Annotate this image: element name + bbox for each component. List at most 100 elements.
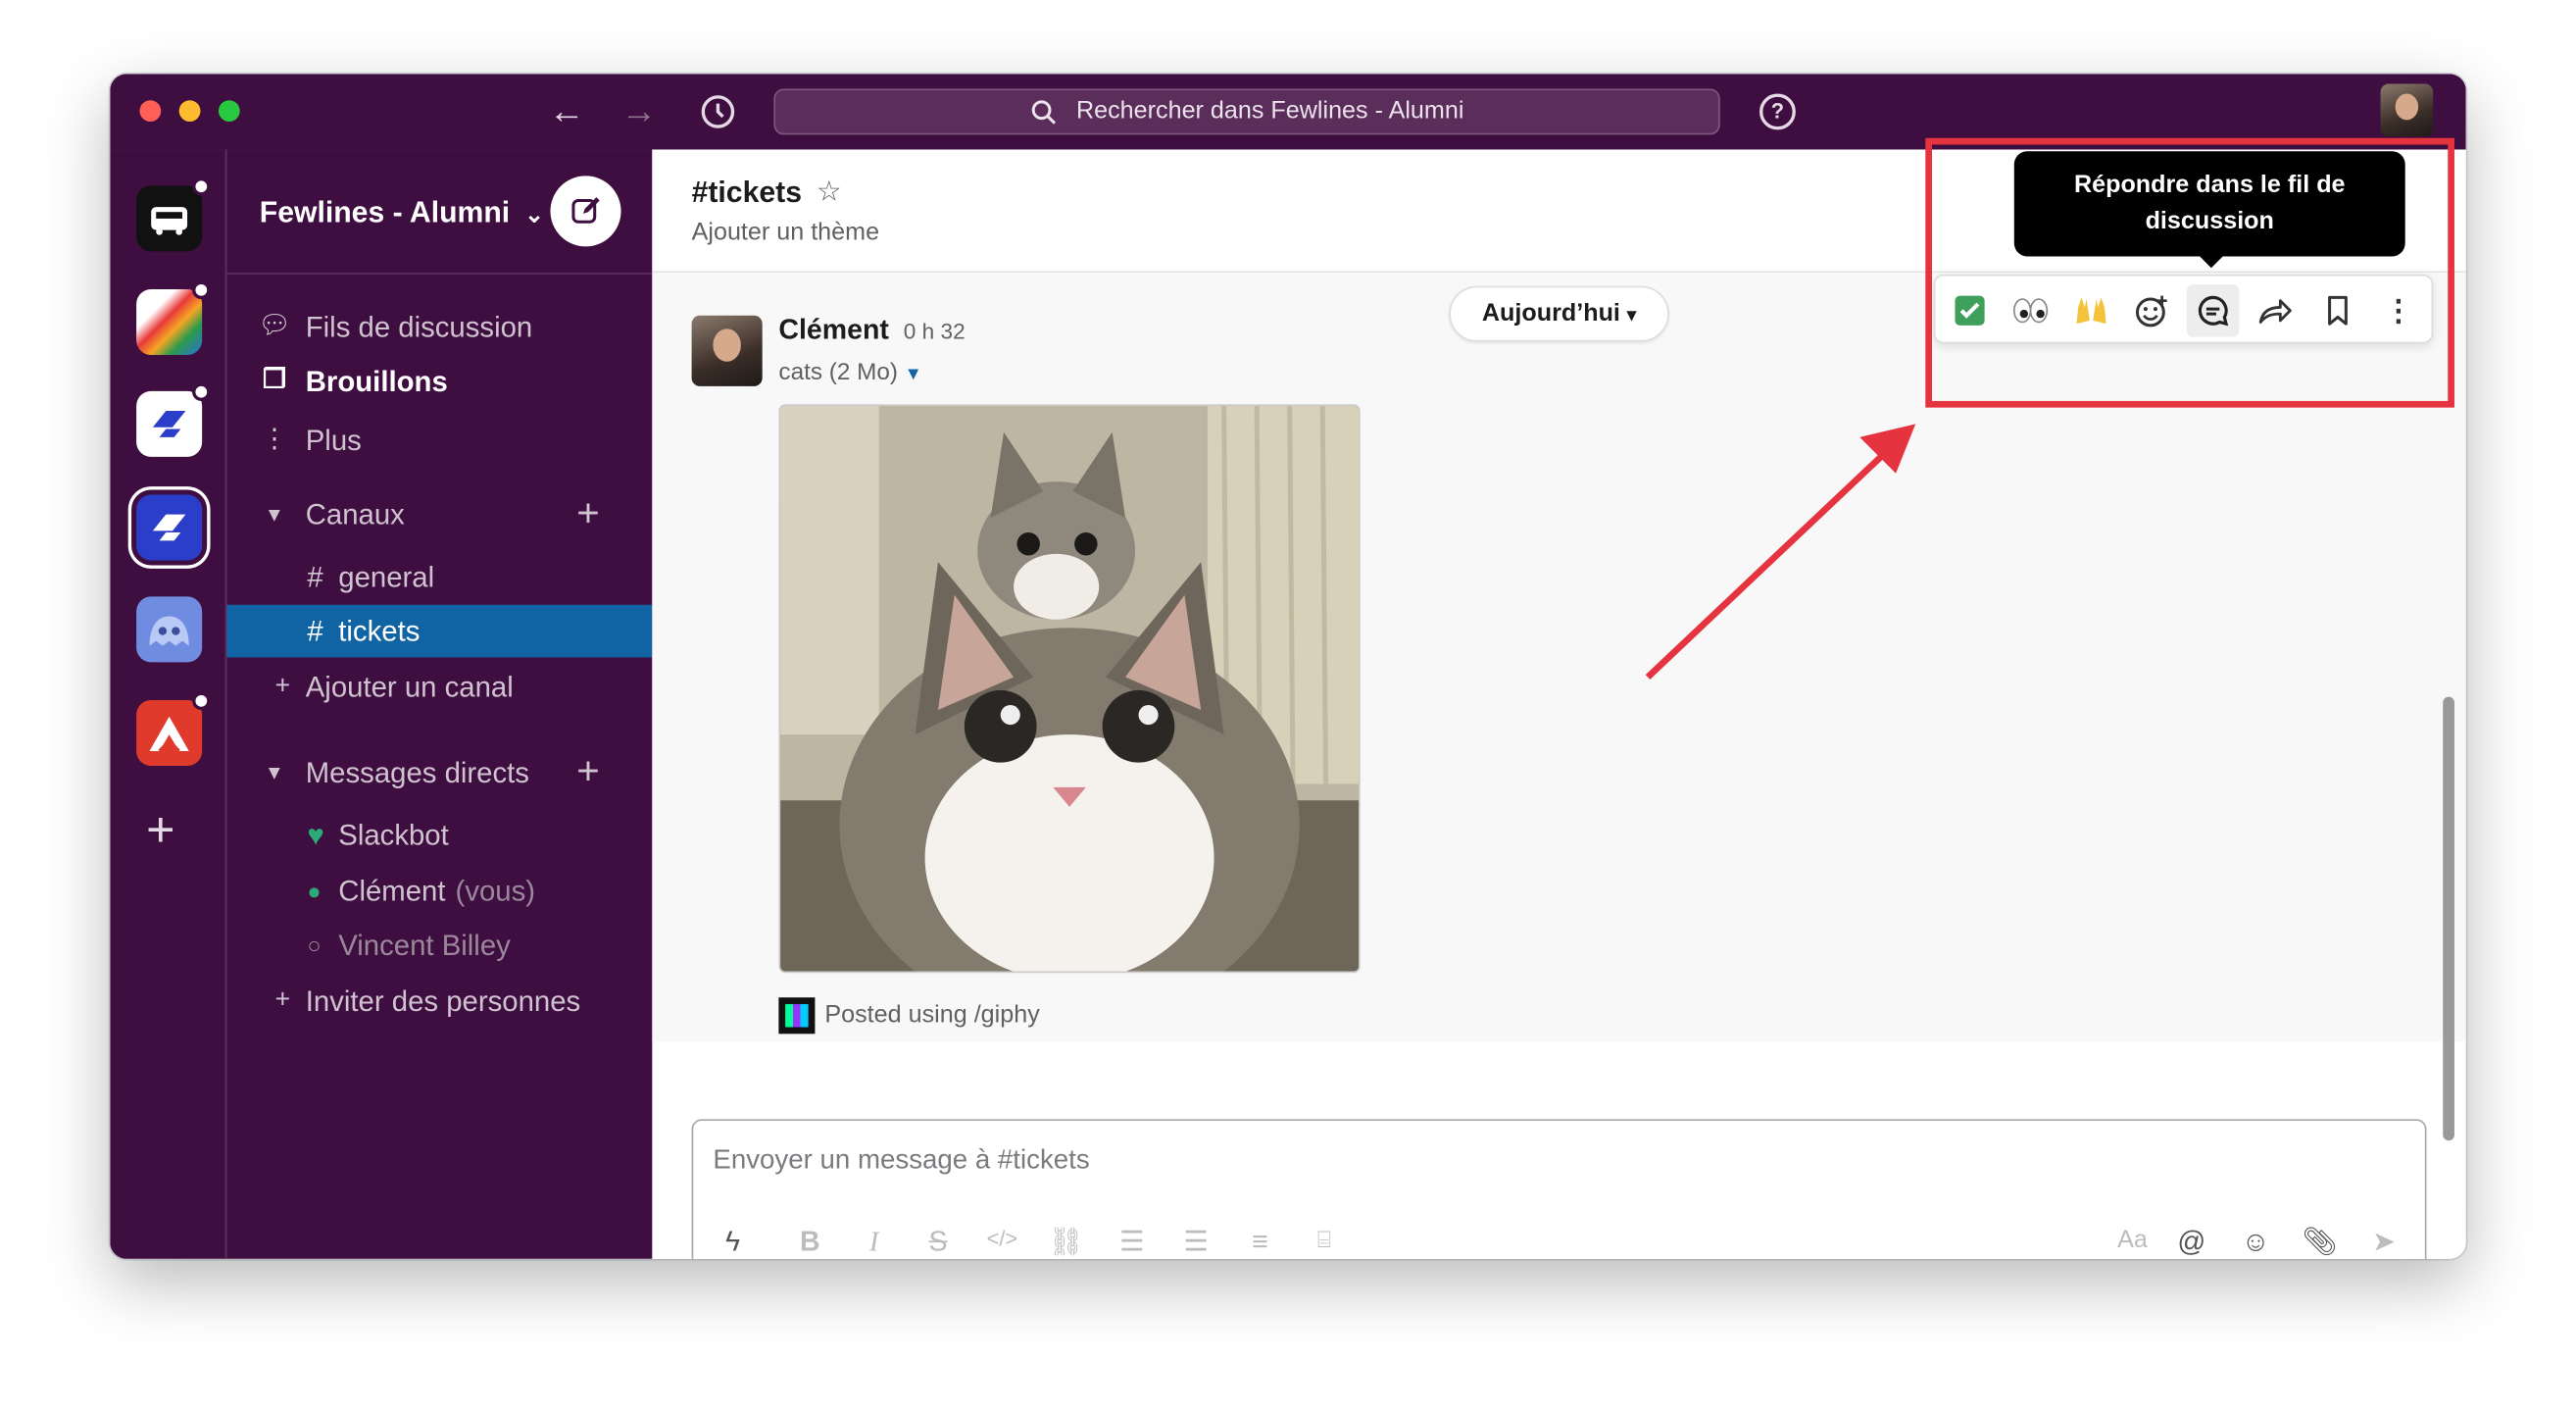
presence-active-icon: ● xyxy=(307,877,322,904)
giphy-attribution: Posted using /giphy xyxy=(778,997,1040,1034)
message-input[interactable]: Envoyer un message à #tickets xyxy=(713,1145,1089,1177)
message-scrollbar[interactable] xyxy=(2443,696,2454,1141)
section-label: Canaux xyxy=(305,497,405,531)
dm-vincent[interactable]: ○ Vincent Billey xyxy=(226,919,652,972)
blockquote-icon[interactable]: ≡ xyxy=(1240,1226,1279,1259)
sidebar-item-drafts[interactable]: ❐ Brouillons xyxy=(226,355,652,408)
forward-arrow-icon[interactable]: → xyxy=(618,90,661,133)
sidebar-item-label: Ajouter un canal xyxy=(305,670,514,704)
history-icon[interactable] xyxy=(697,90,740,133)
chevron-down-icon: ▾ xyxy=(1626,305,1637,326)
search-placeholder: Rechercher dans Fewlines - Alumni xyxy=(1075,96,1464,126)
caret-down-icon: ▼ xyxy=(904,365,922,385)
sidebar-item-label: general xyxy=(338,560,435,594)
invite-people-link[interactable]: + Inviter des personnes xyxy=(226,975,652,1028)
add-channel-icon[interactable]: + xyxy=(576,488,599,541)
text-style-icon[interactable]: Aa xyxy=(2107,1226,2156,1253)
link-icon[interactable]: ⛓︎ xyxy=(1047,1226,1086,1259)
more-icon: ⋮ xyxy=(261,426,288,454)
workspace-6[interactable] xyxy=(136,691,211,767)
add-dm-icon[interactable]: + xyxy=(576,746,599,799)
you-suffix: (vous) xyxy=(455,874,536,908)
chevron-down-icon: ⌄ xyxy=(524,200,544,227)
sidebar-item-threads[interactable]: 💬︎ Fils de discussion xyxy=(226,301,652,354)
plus-icon: + xyxy=(274,985,291,1015)
minimize-window-button[interactable] xyxy=(178,100,201,123)
sidebar-item-label: Inviter des personnes xyxy=(305,983,581,1018)
sidebar-item-label: Vincent Billey xyxy=(338,928,511,962)
italic-icon[interactable]: I xyxy=(855,1226,894,1259)
sidebar-item-label: Clément xyxy=(338,874,446,908)
code-block-icon[interactable]: ⌸ xyxy=(1305,1226,1344,1253)
sidebar-item-label: tickets xyxy=(338,614,421,648)
drafts-icon: ❐ xyxy=(262,366,286,395)
section-label: Messages directs xyxy=(305,755,529,789)
mention-icon[interactable]: @ xyxy=(2172,1226,2211,1259)
code-icon[interactable]: </> xyxy=(982,1226,1021,1250)
channel-topic[interactable]: Ajouter un thème xyxy=(692,219,879,246)
team-name-label: Fewlines - Alumni xyxy=(259,195,511,228)
star-icon[interactable]: ☆ xyxy=(817,176,842,209)
dm-slackbot[interactable]: ♥ Slackbot xyxy=(226,809,652,862)
day-divider-label: Aujourd’hui xyxy=(1481,299,1620,328)
sidebar-item-general[interactable]: # general xyxy=(226,550,652,603)
search-icon xyxy=(1030,90,1069,133)
workspace-switcher: + xyxy=(110,149,227,1259)
cat-gif-image[interactable] xyxy=(778,404,1361,974)
unread-dot xyxy=(192,691,211,711)
workspace-5[interactable] xyxy=(136,596,203,663)
dm-clement[interactable]: ● Clément (vous) xyxy=(226,865,652,918)
close-window-button[interactable] xyxy=(139,100,162,123)
sidebar-item-label: Fils de discussion xyxy=(305,310,533,344)
message-composer[interactable]: Envoyer un message à #tickets ϟ B I S </… xyxy=(691,1119,2427,1259)
channel-hash-icon: # xyxy=(307,614,323,648)
unread-dot xyxy=(192,177,211,196)
channels-section-header[interactable]: ▼ Canaux + xyxy=(226,488,652,541)
sidebar-item-label: Plus xyxy=(305,424,362,457)
emoji-icon[interactable]: ☺ xyxy=(2236,1226,2275,1259)
divider xyxy=(226,273,653,275)
message-timestamp[interactable]: 0 h 32 xyxy=(904,319,966,343)
sidebar-item-more[interactable]: ⋮ Plus xyxy=(226,414,652,467)
ordered-list-icon[interactable]: ☰ xyxy=(1113,1226,1152,1259)
day-divider[interactable]: Aujourd’hui ▾ xyxy=(1449,285,1669,342)
send-icon[interactable]: ➤ xyxy=(2364,1226,2403,1259)
plus-icon: + xyxy=(274,672,291,700)
workspace-fewlines-active[interactable] xyxy=(136,494,203,561)
user-avatar[interactable] xyxy=(2380,83,2434,137)
caret-down-icon: ▼ xyxy=(264,760,284,784)
add-channel-link[interactable]: + Ajouter un canal xyxy=(226,661,652,714)
message-author[interactable]: Clément xyxy=(778,314,888,347)
sidebar-item-label: Slackbot xyxy=(338,818,449,852)
workspace-2[interactable] xyxy=(136,280,211,356)
slack-window: ← → Rechercher dans Fewlines - Alumni ? xyxy=(110,74,2466,1259)
workspace-1[interactable] xyxy=(136,177,211,252)
strikethrough-icon[interactable]: S xyxy=(918,1226,958,1259)
threads-icon: 💬︎ xyxy=(257,312,291,340)
workspace-3[interactable] xyxy=(136,382,211,457)
bullet-list-icon[interactable]: ☰ xyxy=(1176,1226,1215,1259)
add-workspace-icon[interactable]: + xyxy=(146,806,174,856)
team-name[interactable]: Fewlines - Alumni ⌄ xyxy=(260,195,544,229)
bold-icon[interactable]: B xyxy=(790,1226,829,1259)
presence-away-icon: ○ xyxy=(307,932,322,959)
channel-sidebar: Fewlines - Alumni ⌄ 💬︎ Fils de discussio… xyxy=(226,149,653,1259)
unread-dot xyxy=(192,382,211,401)
back-arrow-icon[interactable]: ← xyxy=(545,90,588,133)
search-bar[interactable]: Rechercher dans Fewlines - Alumni xyxy=(773,88,1720,135)
file-label: cats (2 Mo) xyxy=(778,360,898,386)
help-button[interactable]: ? xyxy=(1759,93,1796,130)
dm-section-header[interactable]: ▼ Messages directs + xyxy=(226,746,652,799)
sidebar-item-tickets[interactable]: # tickets xyxy=(226,604,653,658)
shortcuts-lightning-icon[interactable]: ϟ xyxy=(713,1226,752,1259)
file-info[interactable]: cats (2 Mo) ▼ xyxy=(778,360,921,386)
heart-icon: ♥ xyxy=(307,818,324,852)
annotation-highlight-box xyxy=(1925,137,2454,408)
compose-button[interactable] xyxy=(550,176,621,247)
caret-down-icon: ▼ xyxy=(264,502,284,527)
channel-name[interactable]: #tickets xyxy=(692,176,802,210)
channel-hash-icon: # xyxy=(307,560,323,594)
maximize-window-button[interactable] xyxy=(218,100,240,123)
attachment-icon[interactable]: 📎︎ xyxy=(2300,1226,2339,1259)
message-avatar[interactable] xyxy=(691,315,763,386)
